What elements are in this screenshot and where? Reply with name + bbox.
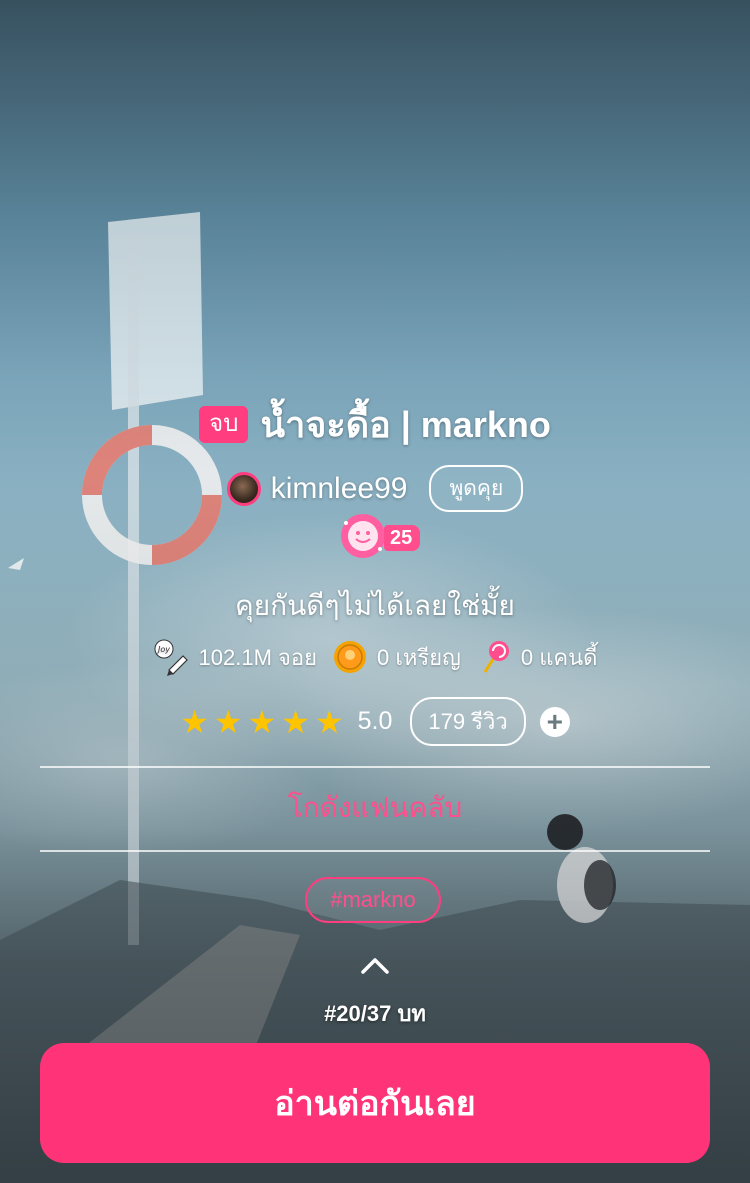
lollipop-icon (483, 641, 509, 673)
svg-text:Joy: Joy (156, 645, 170, 654)
chevron-up-icon[interactable] (360, 955, 390, 975)
level-number: 25 (384, 525, 421, 551)
rating-stars: ★ ★ ★ ★ ★ (180, 706, 343, 738)
author-row: kimnlee99 พูดคุย (0, 465, 750, 512)
status-badge: จบ (199, 406, 249, 443)
views-stat: Joy 102.1M จอย (153, 638, 318, 676)
star-icon: ★ (281, 703, 310, 740)
chat-button[interactable]: พูดคุย (429, 465, 524, 512)
rating-row: ★ ★ ★ ★ ★ 5.0 179 รีวิว + (0, 697, 750, 746)
stats-row: Joy 102.1M จอย 0 เหรียญ 0 แคนดี้ (0, 638, 750, 676)
coins-count: 0 เหรียญ (377, 644, 461, 670)
title-row: จบ น้ำจะดื้อ | markno (0, 396, 750, 453)
story-detail: จบ น้ำจะดื้อ | markno kimnlee99 พูดคุย 2… (0, 0, 750, 1183)
star-icon: ★ (247, 703, 277, 740)
author-level-badge: 25 (338, 511, 428, 561)
continue-reading-button[interactable]: อ่านต่อกันเลย (40, 1043, 710, 1163)
coin-icon (334, 641, 367, 673)
chapter-progress: #20/37 บท (324, 1001, 426, 1026)
candy-count: 0 แคนดี้ (520, 644, 598, 670)
star-icon: ★ (180, 703, 209, 740)
smiley-level-icon (341, 514, 385, 558)
coins-stat: 0 เหรียญ (331, 638, 461, 676)
star-icon: ★ (314, 703, 344, 740)
views-count: 102.1M จอย (198, 644, 318, 670)
divider-bottom (40, 850, 710, 852)
reviews-button[interactable]: 179 รีวิว (410, 697, 526, 746)
story-tagline: คุยกันดีๆไม่ได้เลยใช่มั้ย (235, 590, 515, 621)
plus-circle-icon[interactable]: + (539, 706, 570, 737)
star-icon: ★ (213, 703, 243, 740)
joy-pen-icon: Joy (154, 639, 188, 676)
candy-stat: 0 แคนดี้ (475, 638, 598, 676)
story-title: น้ำจะดื้อ | markno (260, 404, 551, 445)
author-name[interactable]: kimnlee99 (271, 472, 408, 506)
fanclub-link[interactable]: โกดังแฟนคลับ (0, 786, 750, 830)
rating-value: 5.0 (357, 707, 393, 735)
author-avatar[interactable] (226, 471, 261, 506)
hashtag-chip[interactable]: #markno (305, 877, 441, 923)
divider-top (40, 766, 710, 768)
